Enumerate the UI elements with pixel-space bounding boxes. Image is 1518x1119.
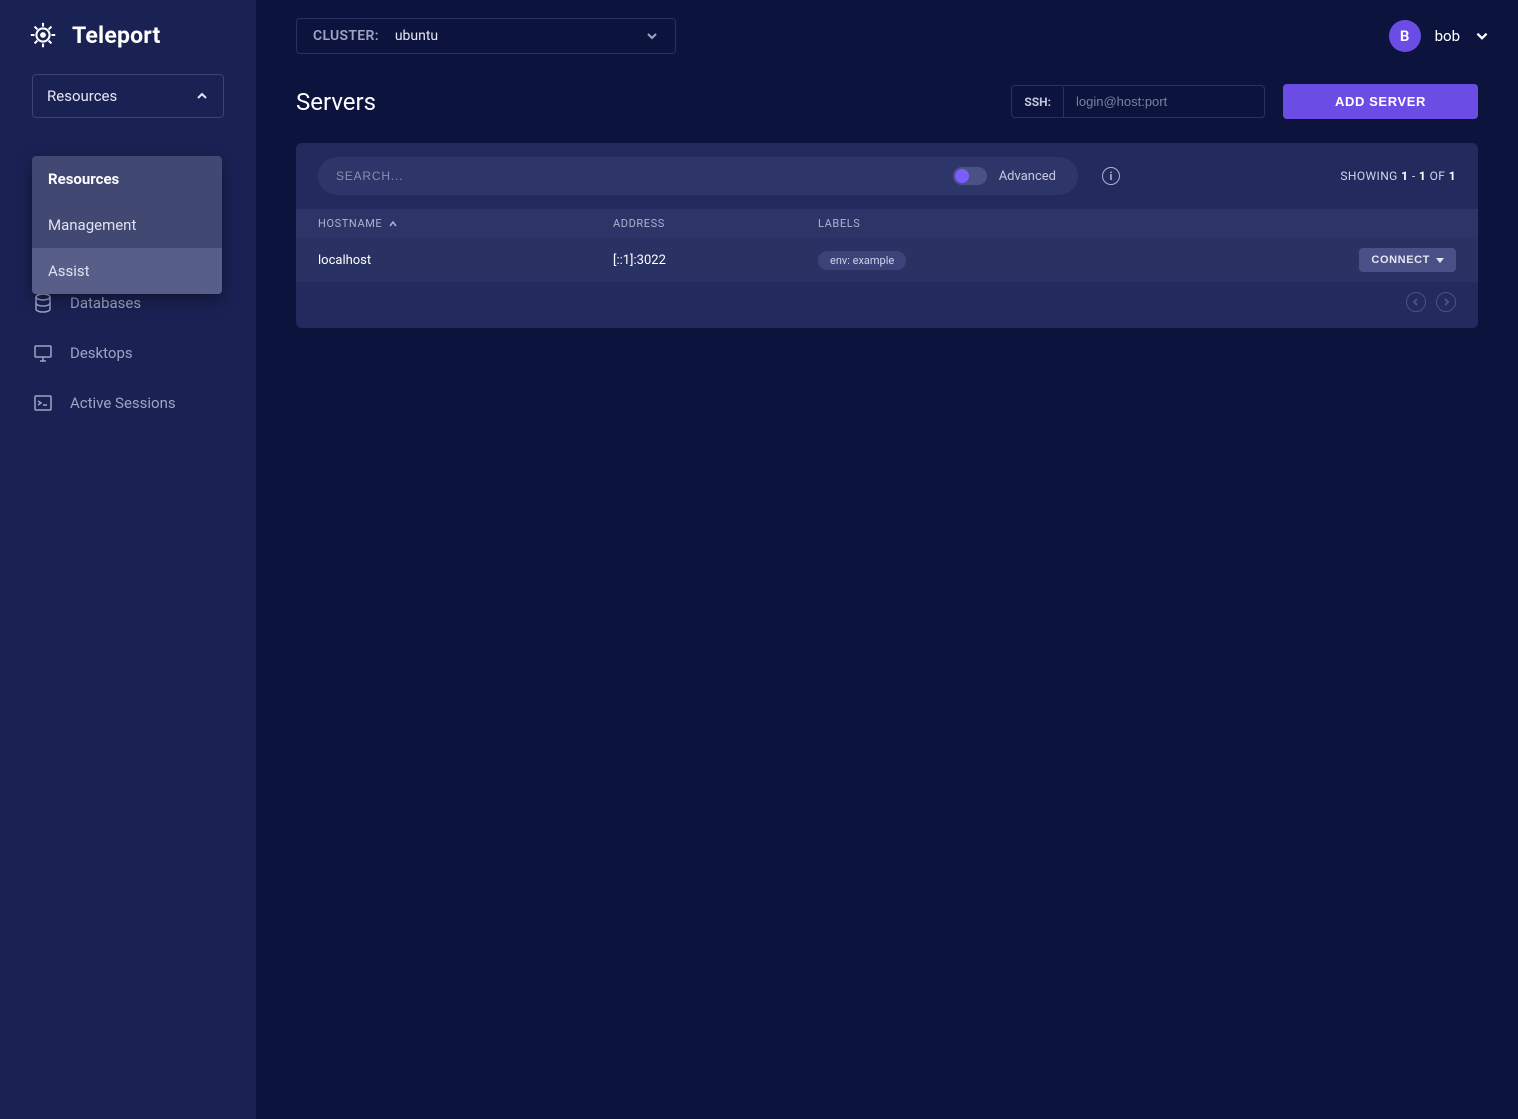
advanced-toggle[interactable] — [953, 167, 987, 185]
cell-address: [::1]:3022 — [613, 253, 818, 268]
dropdown-item-management[interactable]: Management — [32, 202, 222, 248]
column-header-address[interactable]: ADDRESS — [613, 217, 818, 230]
brand-name: Teleport — [72, 22, 160, 49]
connect-button[interactable]: CONNECT — [1359, 248, 1456, 272]
cell-actions: CONNECT — [1336, 248, 1456, 272]
showing-text: SHOWING 1 - 1 OF 1 — [1340, 169, 1456, 183]
add-server-button[interactable]: ADD SERVER — [1283, 84, 1478, 119]
sidebar-item-active-sessions[interactable]: Active Sessions — [0, 378, 256, 428]
info-icon[interactable]: i — [1102, 167, 1120, 185]
desktop-icon — [32, 342, 54, 364]
resources-dropdown-trigger[interactable]: Resources — [32, 74, 224, 118]
page-title: Servers — [296, 88, 376, 116]
sidebar-item-label: Desktops — [70, 344, 133, 362]
user-menu[interactable]: B bob — [1389, 20, 1490, 52]
column-header-hostname[interactable]: HOSTNAME — [318, 217, 613, 230]
chevron-down-icon — [645, 29, 659, 43]
sort-asc-icon — [388, 219, 398, 229]
avatar: B — [1389, 20, 1421, 52]
content-panel: Advanced i SHOWING 1 - 1 OF 1 HOSTNAME — [296, 143, 1478, 328]
page-header: Servers SSH: ADD SERVER — [256, 72, 1518, 143]
sidebar-item-label: Databases — [70, 294, 141, 312]
resources-dropdown-panel: Resources Management Assist — [32, 156, 222, 294]
cell-hostname: localhost — [318, 253, 613, 268]
sidebar-item-label: Active Sessions — [70, 394, 176, 412]
dropdown-item-resources[interactable]: Resources — [32, 156, 222, 202]
sidebar-item-desktops[interactable]: Desktops — [0, 328, 256, 378]
table-header-row: HOSTNAME ADDRESS LABELS — [296, 209, 1478, 238]
brand: Teleport — [0, 0, 256, 74]
table-toolbar: Advanced i SHOWING 1 - 1 OF 1 — [296, 143, 1478, 209]
database-icon — [32, 292, 54, 314]
resources-dropdown-label: Resources — [47, 87, 117, 105]
advanced-toggle-wrap: Advanced — [953, 167, 1070, 185]
ssh-label: SSH: — [1012, 87, 1064, 117]
toggle-knob — [955, 169, 969, 183]
column-header-labels[interactable]: LABELS — [818, 217, 1336, 230]
chevron-up-icon — [195, 89, 209, 103]
cluster-label: CLUSTER: — [313, 28, 379, 44]
sidebar: Teleport Resources Servers Applications … — [0, 0, 256, 1119]
caret-down-icon — [1436, 256, 1444, 264]
label-chip: env: example — [818, 251, 906, 270]
column-header-actions — [1336, 217, 1456, 230]
chevron-down-icon — [1474, 28, 1490, 44]
teleport-logo-icon — [28, 20, 58, 50]
cluster-select[interactable]: CLUSTER: ubuntu — [296, 18, 676, 54]
next-page-button[interactable] — [1436, 292, 1456, 312]
search-input[interactable] — [336, 161, 953, 191]
table-row: localhost [::1]:3022 env: example CONNEC… — [296, 238, 1478, 282]
advanced-toggle-label: Advanced — [999, 169, 1056, 184]
cluster-value: ubuntu — [395, 28, 438, 44]
dropdown-item-assist[interactable]: Assist — [32, 248, 222, 294]
ssh-input[interactable] — [1064, 86, 1264, 117]
main: CLUSTER: ubuntu B bob Servers SSH: — [256, 0, 1518, 1119]
search-wrap: Advanced — [318, 157, 1078, 195]
terminal-icon — [32, 392, 54, 414]
ssh-box: SSH: — [1011, 85, 1265, 118]
header-actions: SSH: ADD SERVER — [1011, 84, 1478, 119]
user-name: bob — [1435, 27, 1460, 45]
topbar: CLUSTER: ubuntu B bob — [256, 0, 1518, 72]
prev-page-button[interactable] — [1406, 292, 1426, 312]
pagination — [296, 282, 1478, 328]
cell-labels: env: example — [818, 251, 1336, 270]
